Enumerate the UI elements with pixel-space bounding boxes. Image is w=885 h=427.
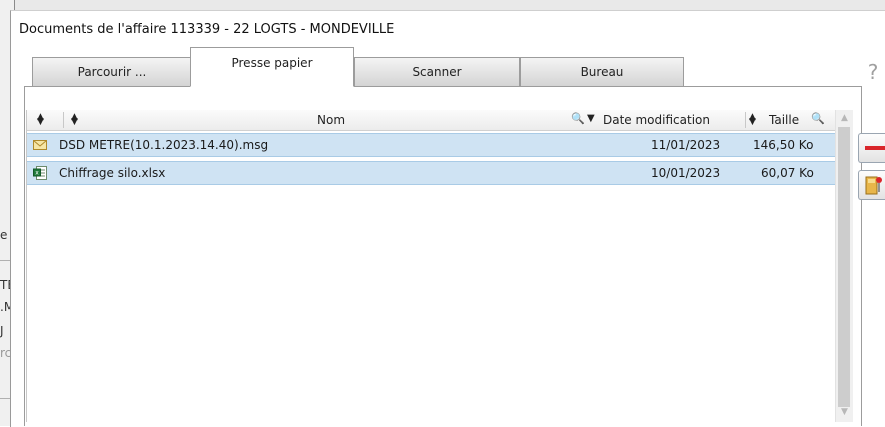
tab-parcourir[interactable]: Parcourir ... (32, 57, 192, 86)
remove-button[interactable] (858, 133, 885, 163)
help-icon[interactable]: ? (864, 61, 882, 83)
tab-scanner[interactable]: Scanner (354, 57, 520, 86)
table-row[interactable]: DSD METRE(10.1.2023.14.40).msg 11/01/202… (27, 133, 835, 157)
scroll-thumb[interactable] (838, 127, 850, 407)
vertical-scrollbar[interactable]: ▲ ▼ (835, 110, 853, 422)
list-header: ▲ ▼ ▲ ▼ Nom 🔍 ▼ Date modification ▲ ▼ Ta… (27, 110, 835, 131)
column-separator (63, 112, 64, 128)
dialog-title: Documents de l'affaire 113339 - 22 LOGTS… (19, 22, 395, 37)
sort-icon[interactable]: ▼ (749, 115, 756, 129)
sort-icon[interactable]: ▼ (37, 115, 44, 129)
tab-presse-papier[interactable]: Presse papier (190, 47, 354, 87)
file-size: 60,07 Ko (761, 166, 814, 180)
sort-descending-icon[interactable]: ▼ (587, 112, 595, 126)
file-size: 146,50 Ko (753, 138, 814, 152)
file-date: 10/01/2023 (651, 166, 721, 180)
file-date: 11/01/2023 (651, 138, 721, 152)
file-list: ▲ ▼ ▲ ▼ Nom 🔍 ▼ Date modification ▲ ▼ Ta… (26, 110, 853, 422)
scroll-up-icon[interactable]: ▲ (836, 110, 853, 126)
search-icon[interactable]: 🔍 (811, 112, 825, 125)
svg-text:x: x (35, 170, 39, 177)
excel-file-icon: x (33, 166, 47, 180)
column-separator (745, 112, 746, 128)
folder-pin-icon (865, 176, 882, 195)
search-icon[interactable]: 🔍 (571, 112, 585, 125)
column-header-date[interactable]: Date modification (603, 110, 710, 130)
file-name: DSD METRE(10.1.2023.14.40).msg (59, 138, 269, 152)
tab-bureau[interactable]: Bureau (520, 57, 684, 86)
email-icon (33, 140, 47, 150)
column-header-name[interactable]: Nom (317, 110, 345, 130)
minus-icon (865, 146, 885, 150)
column-header-size[interactable]: Taille (769, 110, 799, 130)
title-bar-strip (0, 0, 885, 10)
sort-icon[interactable]: ▼ (71, 115, 78, 129)
tab-bar: Parcourir ... Presse papier Scanner Bure… (24, 47, 684, 87)
file-name: Chiffrage silo.xlsx (59, 166, 166, 180)
table-row[interactable]: x Chiffrage silo.xlsx 10/01/2023 60,07 K… (27, 161, 835, 185)
attach-button[interactable] (858, 170, 885, 200)
scroll-down-icon[interactable]: ▼ (836, 404, 853, 420)
